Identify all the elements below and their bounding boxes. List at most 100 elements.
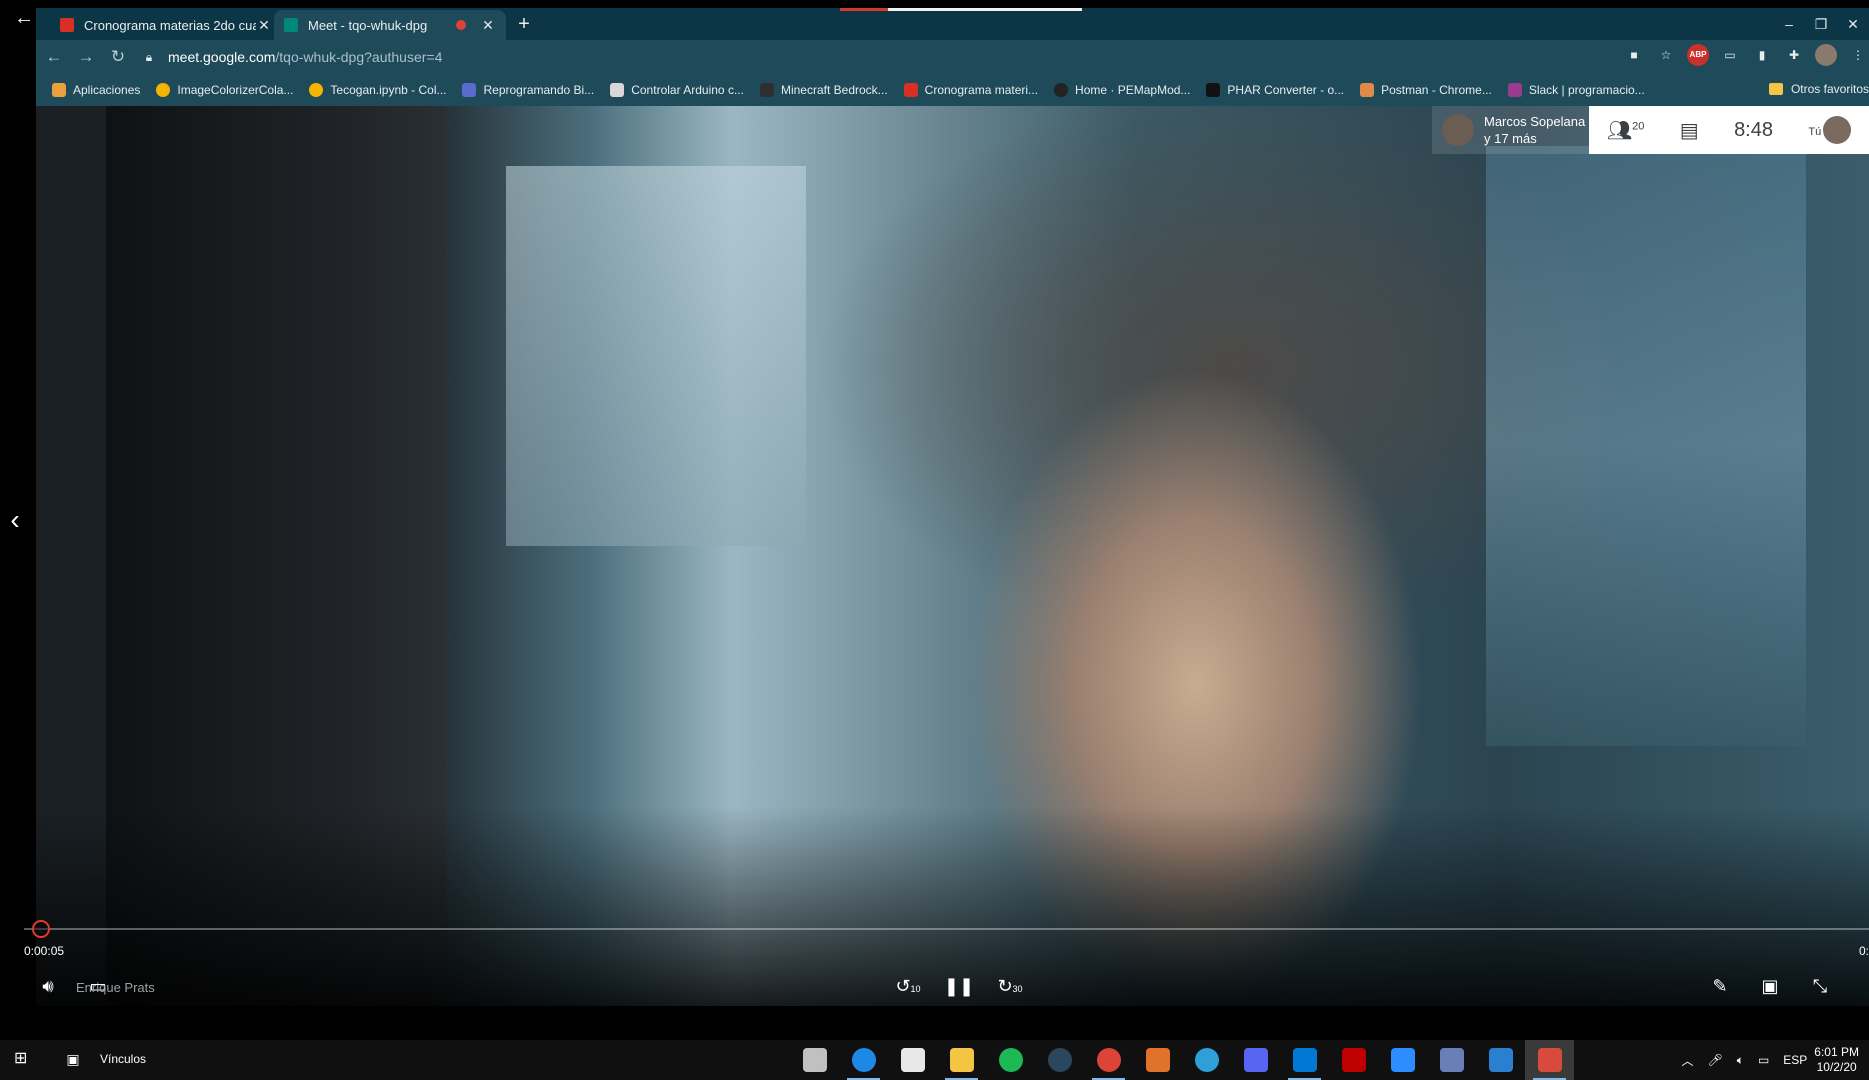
bookmark-item[interactable]: PHAR Converter - o... bbox=[1206, 83, 1344, 97]
links-toolbar[interactable]: Vínculos bbox=[100, 1052, 146, 1066]
spotify-icon[interactable] bbox=[986, 1040, 1035, 1080]
forward-icon[interactable]: → bbox=[72, 43, 100, 71]
video-background-window bbox=[1486, 146, 1806, 746]
bookmark-item[interactable]: ImageColorizerCola... bbox=[156, 83, 293, 97]
back-arrow-icon[interactable]: ← bbox=[10, 4, 38, 32]
colab-icon bbox=[309, 83, 324, 97]
task-view-icon[interactable]: ▣ bbox=[62, 1048, 84, 1070]
zoom-icon[interactable] bbox=[1378, 1040, 1427, 1080]
steam-icon[interactable] bbox=[1035, 1040, 1084, 1080]
bookmark-apps[interactable]: Aplicaciones bbox=[52, 83, 140, 97]
people-icon: 👥︎ bbox=[1606, 119, 1633, 142]
speaker-name: Enrique Prats bbox=[76, 980, 155, 995]
pause-icon[interactable]: ❚❚ bbox=[943, 970, 975, 1002]
seek-handle[interactable] bbox=[32, 920, 50, 938]
bookmark-label: Controlar Arduino c... bbox=[631, 83, 744, 97]
network-icon[interactable]: ▭ bbox=[1758, 1053, 1769, 1067]
mini-player-icon[interactable]: ▣ bbox=[1754, 970, 1786, 1002]
network-tool-icon[interactable] bbox=[1427, 1040, 1476, 1080]
bookmark-item[interactable]: Slack | programacio... bbox=[1507, 83, 1645, 97]
address-bar[interactable]: 🔒︎ meet.google.com /tqo-whuk-dpg?authuse… bbox=[140, 43, 1640, 71]
extension-shield-icon[interactable]: ▮ bbox=[1751, 44, 1773, 66]
reload-icon[interactable]: ↻ bbox=[104, 43, 132, 71]
windows-start-icon[interactable]: ⊞ bbox=[14, 1050, 32, 1068]
progress-indicator-white bbox=[888, 8, 1082, 11]
bookmark-item[interactable]: Minecraft Bedrock... bbox=[759, 83, 888, 97]
extension-cast-icon[interactable]: ▭ bbox=[1719, 44, 1741, 66]
edge-icon[interactable] bbox=[839, 1040, 888, 1080]
bookmark-item[interactable]: Cronograma materi... bbox=[903, 83, 1038, 97]
menu-kebab-icon[interactable]: ⋮ bbox=[1847, 44, 1869, 66]
participants-more: y 17 más bbox=[1484, 131, 1537, 146]
back-icon[interactable]: ← bbox=[40, 43, 68, 71]
chrome-icon[interactable] bbox=[1084, 1040, 1133, 1080]
forward-label: 30 bbox=[1012, 984, 1023, 994]
minimize-button[interactable]: – bbox=[1773, 10, 1805, 38]
system-tray: ︿ 🎤︎ 🔈︎ ▭ ESP 6:01 PM 10/2/20 bbox=[1674, 1040, 1869, 1080]
pen-icon[interactable]: ✎ bbox=[1704, 970, 1736, 1002]
vscode-icon[interactable] bbox=[1280, 1040, 1329, 1080]
end-time: 0: bbox=[1858, 944, 1869, 958]
site-icon bbox=[610, 83, 625, 97]
app-glyph bbox=[851, 1048, 876, 1072]
close-window-button[interactable]: ✕ bbox=[1837, 10, 1869, 38]
tab-cronograma[interactable]: Cronograma materias 2do cuat 2 ✕ bbox=[50, 10, 282, 40]
profile-avatar-icon[interactable] bbox=[1815, 44, 1837, 66]
app-glyph bbox=[900, 1048, 925, 1072]
puzzle-icon[interactable]: ✚ bbox=[1783, 44, 1805, 66]
close-tab-icon[interactable]: ✕ bbox=[256, 17, 272, 34]
participants-summary[interactable]: Marcos Sopelana y 17 más bbox=[1432, 106, 1589, 154]
speaker-icon[interactable]: 🔈︎ bbox=[1737, 1053, 1744, 1068]
star-icon[interactable]: ☆ bbox=[1655, 44, 1677, 66]
close-tab-icon[interactable]: ✕ bbox=[480, 17, 496, 34]
edge-beta-icon[interactable] bbox=[1182, 1040, 1231, 1080]
minecraft-icon bbox=[759, 83, 774, 97]
acrobat-icon[interactable] bbox=[790, 1040, 839, 1080]
bookmark-item[interactable]: Home · PEMapMod... bbox=[1054, 83, 1190, 97]
browser-window: Cronograma materias 2do cuat 2 ✕ Meet - … bbox=[36, 8, 1869, 106]
other-bookmarks[interactable]: Otros favoritos bbox=[1768, 82, 1869, 96]
participant-count: 20 bbox=[1632, 119, 1645, 132]
volume-icon[interactable]: 🔊︎ bbox=[32, 970, 64, 1002]
bookmark-item[interactable]: Tecogan.ipynb - Col... bbox=[309, 83, 446, 97]
app-glyph bbox=[1096, 1048, 1121, 1072]
orange-app-icon[interactable] bbox=[1133, 1040, 1182, 1080]
discord-icon[interactable] bbox=[1231, 1040, 1280, 1080]
camera-icon[interactable]: ■ bbox=[1623, 44, 1645, 66]
file-explorer-icon[interactable] bbox=[937, 1040, 986, 1080]
store-icon[interactable] bbox=[888, 1040, 937, 1080]
app-glyph bbox=[1439, 1048, 1464, 1072]
adblock-icon[interactable]: ABP bbox=[1687, 44, 1709, 66]
seek-bar[interactable] bbox=[24, 928, 1869, 930]
tab-meet[interactable]: Meet - tqo-whuk-dpg ✕ bbox=[274, 10, 506, 40]
active-app-icon[interactable] bbox=[1525, 1040, 1574, 1080]
bookmark-item[interactable]: Postman - Chrome... bbox=[1360, 83, 1492, 97]
toolbar: ← → ↻ 🔒︎ meet.google.com /tqo-whuk-dpg?a… bbox=[36, 40, 1869, 74]
meet-controls: 👥︎20 ▤ 8:48 Tú bbox=[1589, 106, 1869, 154]
site-icon bbox=[462, 83, 477, 97]
people-button[interactable]: 👥︎20 bbox=[1607, 118, 1645, 143]
chevron-left-icon[interactable]: ‹ bbox=[2, 500, 28, 540]
recording-dot-icon bbox=[456, 20, 466, 30]
bookmark-label: Home · PEMapMod... bbox=[1075, 83, 1191, 97]
bookmark-item[interactable]: Controlar Arduino c... bbox=[610, 83, 744, 97]
forward-30-button[interactable]: ↻30 bbox=[994, 970, 1026, 1002]
language-indicator[interactable]: ESP bbox=[1783, 1053, 1807, 1067]
you-label: Tú bbox=[1808, 126, 1822, 138]
bookmark-label: Slack | programacio... bbox=[1528, 83, 1645, 97]
microphone-icon[interactable]: 🎤︎ bbox=[1708, 1053, 1723, 1067]
chat-icon[interactable]: ▤ bbox=[1680, 118, 1699, 143]
video-feed[interactable] bbox=[36, 106, 1869, 1006]
exit-fullscreen-icon[interactable]: ⤡ bbox=[1804, 970, 1836, 1002]
self-view[interactable]: Tú bbox=[1808, 116, 1852, 144]
url-path: /tqo-whuk-dpg?authuser=4 bbox=[275, 49, 443, 65]
clock-date: 10/2/20 bbox=[1816, 1060, 1857, 1074]
filezilla-icon[interactable] bbox=[1329, 1040, 1378, 1080]
system-clock[interactable]: 6:01 PM 10/2/20 bbox=[1814, 1045, 1859, 1075]
media-player-icon[interactable] bbox=[1476, 1040, 1525, 1080]
new-tab-button[interactable]: + bbox=[512, 12, 536, 36]
restore-button[interactable]: ❐ bbox=[1805, 10, 1837, 38]
bookmark-item[interactable]: Reprogramando Bi... bbox=[462, 83, 594, 97]
tray-chevron-up-icon[interactable]: ︿ bbox=[1681, 1052, 1693, 1069]
rewind-10-button[interactable]: ↺10 bbox=[892, 970, 924, 1002]
